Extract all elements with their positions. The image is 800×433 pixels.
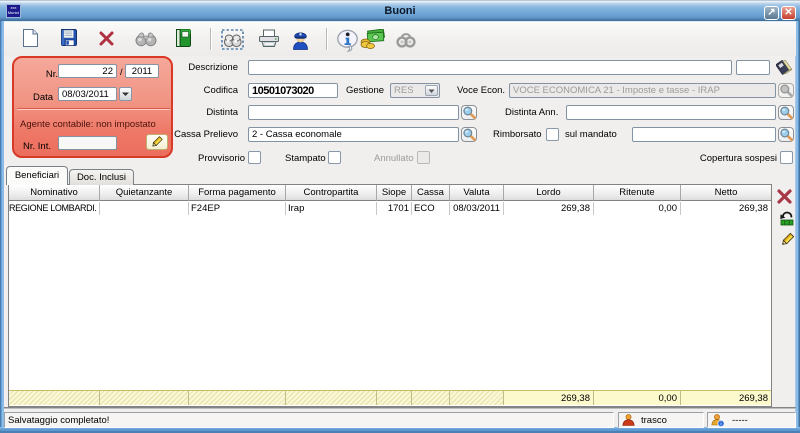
svg-text:i: i [720, 422, 721, 427]
